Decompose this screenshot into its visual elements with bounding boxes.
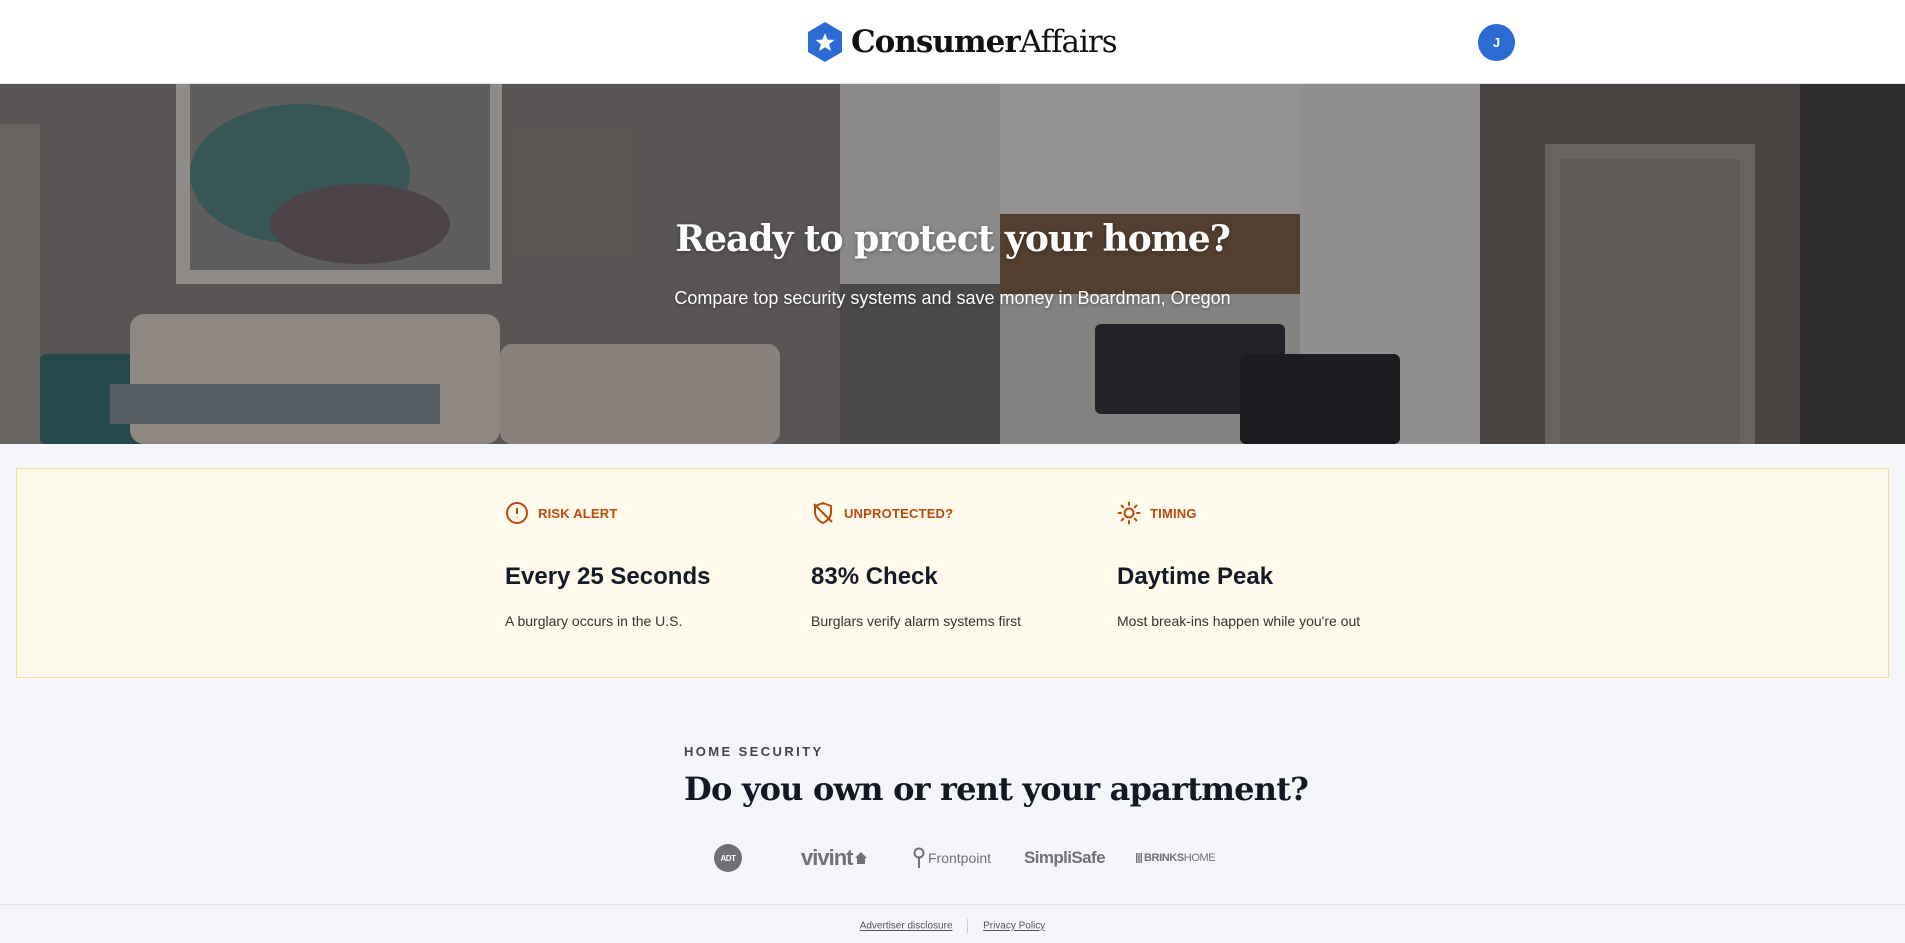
stat-label: RISK ALERT <box>538 505 618 521</box>
brand-logos-row: ADT vivint Frontpoint SimpliSafe BRINKS … <box>714 840 1222 876</box>
hero-subtitle: Compare top security systems and save mo… <box>674 288 1231 308</box>
stat-header: UNPROTECTED? <box>811 501 953 525</box>
stat-value: Every 25 Seconds <box>505 563 711 590</box>
stat-description: A burglary occurs in the U.S. <box>505 613 683 629</box>
star-badge-icon <box>805 20 845 64</box>
consumeraffairs-logo[interactable]: ConsumerAffairs <box>805 20 1118 64</box>
stat-header: TIMING <box>1117 501 1197 525</box>
shield-off-icon <box>811 501 835 525</box>
brinks-wordmark-bold: BRINKS <box>1144 852 1184 864</box>
stat-label: TIMING <box>1150 505 1197 521</box>
hero-title: Ready to protect your home? <box>675 218 1231 260</box>
location-pin-icon <box>913 847 925 869</box>
stat-value: 83% Check <box>811 563 938 590</box>
footer-divider <box>967 919 969 933</box>
adt-logo-mark: ADT <box>714 844 742 872</box>
brinks-stripes-icon <box>1136 853 1142 863</box>
brinks-wordmark-light: HOME <box>1183 852 1216 864</box>
house-icon <box>854 851 868 865</box>
top-navigation-bar: ConsumerAffairs J <box>0 0 1905 84</box>
hero-dark-overlay <box>0 84 1905 444</box>
advertiser-disclosure-link[interactable]: Advertiser disclosure <box>860 921 953 932</box>
logo-wordmark: ConsumerAffairs <box>851 20 1118 64</box>
alert-circle-icon <box>505 501 529 525</box>
vivint-logo: vivint <box>801 840 868 876</box>
stat-unprotected: UNPROTECTED? 83% Check Burglars verify a… <box>811 469 1101 677</box>
simplisafe-logo: SimpliSafe <box>1024 840 1106 876</box>
brinks-home-logo: BRINKS HOME <box>1136 840 1216 876</box>
vivint-wordmark: vivint <box>801 845 853 870</box>
security-stats-band: RISK ALERT Every 25 Seconds A burglary o… <box>16 468 1889 678</box>
adt-logo: ADT <box>714 840 744 876</box>
stat-description: Burglars verify alarm systems first <box>811 613 1022 629</box>
stat-header: RISK ALERT <box>505 501 618 525</box>
question-eyebrow: HOME SECURITY <box>684 744 824 759</box>
page-footer: Advertiser disclosure Privacy Policy <box>0 904 1905 943</box>
hero-banner: Ready to protect your home? Compare top … <box>0 84 1905 444</box>
frontpoint-wordmark: Frontpoint <box>928 850 992 866</box>
logo-word-bold: Consumer <box>851 24 1021 60</box>
stat-value: Daytime Peak <box>1117 563 1274 590</box>
stat-risk-alert: RISK ALERT Every 25 Seconds A burglary o… <box>505 469 795 677</box>
user-avatar[interactable]: J <box>1478 24 1515 61</box>
logo-word-light: Affairs <box>1019 24 1118 60</box>
stat-description: Most break-ins happen while you're out <box>1117 613 1361 629</box>
simplisafe-wordmark: SimpliSafe <box>1024 848 1106 867</box>
frontpoint-logo: Frontpoint <box>913 840 991 876</box>
privacy-policy-link[interactable]: Privacy Policy <box>983 921 1045 932</box>
question-title: Do you own or rent your apartment? <box>684 770 1309 808</box>
stat-timing: TIMING Daytime Peak Most break-ins happe… <box>1117 469 1407 677</box>
footer-links: Advertiser disclosure Privacy Policy <box>0 919 1905 933</box>
stat-label: UNPROTECTED? <box>844 505 954 521</box>
sun-icon <box>1117 501 1141 525</box>
